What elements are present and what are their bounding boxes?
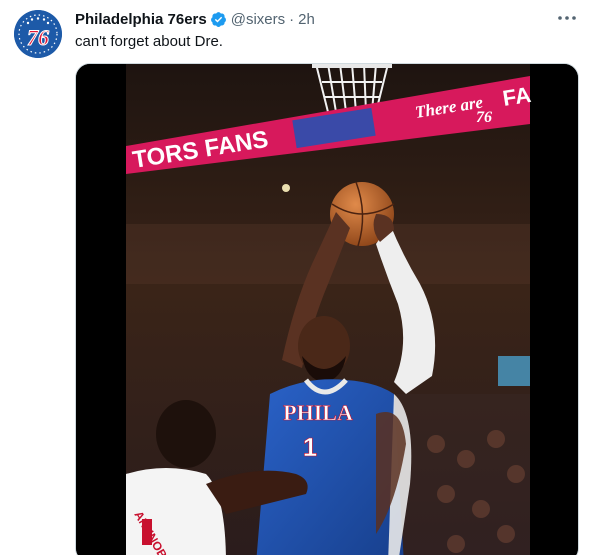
tweet-text: can't forget about Dre.: [75, 33, 223, 50]
user-handle[interactable]: @sixers: [231, 11, 285, 28]
timestamp[interactable]: 2h: [298, 11, 315, 28]
jersey-text: PHILA: [283, 400, 353, 425]
banner-logo-text: 76: [476, 109, 492, 126]
more-options-icon[interactable]: [557, 8, 577, 28]
banner-right-letters: FA: [501, 82, 533, 111]
jersey-number: 1: [303, 432, 317, 462]
display-name[interactable]: Philadelphia 76ers: [75, 11, 207, 28]
media-video[interactable]: TORS FANS There are FA 76 PHILA 1 ANUNOB…: [75, 63, 579, 555]
verified-badge-icon: [210, 11, 227, 28]
tweet-header: Philadelphia 76ers @sixers · 2h: [75, 9, 315, 29]
avatar-logo-text: 76: [27, 25, 49, 50]
separator-dot: ·: [289, 10, 295, 28]
tweet[interactable]: 76 Philadelphia 76ers @sixers · 2h can't…: [0, 0, 591, 555]
avatar[interactable]: 76: [14, 10, 62, 58]
